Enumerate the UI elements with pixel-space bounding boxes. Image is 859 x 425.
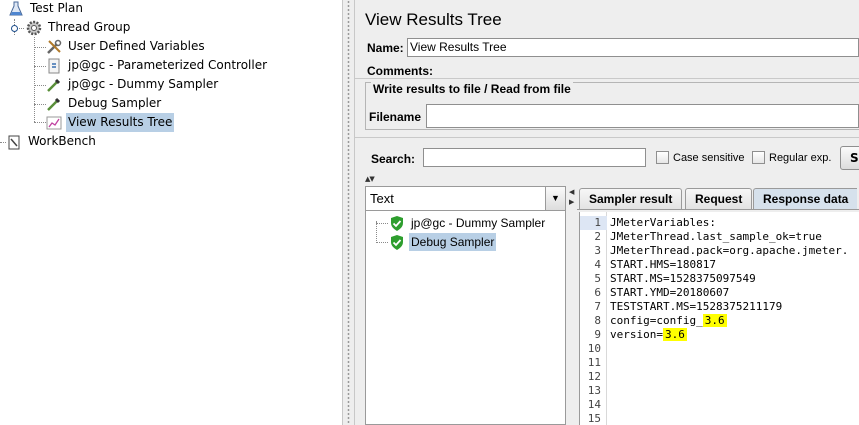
clipboard-icon (6, 134, 22, 150)
page-title: View Results Tree (365, 10, 502, 29)
name-field[interactable]: View Results Tree (407, 38, 859, 57)
tree-item-workbench[interactable]: WorkBench (6, 132, 98, 151)
line-number-gutter: 1 2 3 4 5 6 7 8 9 10 11 12 13 14 15 (580, 212, 607, 425)
collapse-toggle[interactable] (11, 25, 18, 32)
controller-icon (46, 58, 62, 74)
tree-item-debug-sampler[interactable]: Debug Sampler (46, 94, 163, 113)
tab-request[interactable]: Request (685, 188, 753, 210)
pipette-icon (46, 77, 62, 93)
search-highlight: 3.6 (662, 328, 687, 341)
search-button[interactable]: S (840, 146, 859, 170)
collapse-arrows-icon[interactable]: ▲▼ (365, 175, 375, 183)
success-shield-icon (390, 234, 404, 250)
tab-response-data[interactable]: Response data (753, 188, 858, 210)
response-line: START.YMD=20180607 (610, 286, 730, 299)
response-line: START.MS=1528375097549 (610, 272, 756, 285)
results-splitter[interactable]: ◀ ▶ (567, 186, 577, 425)
response-line: JMeterVariables: (610, 216, 716, 229)
wrench-icon (46, 39, 62, 55)
renderer-select[interactable]: Text ▼ (366, 187, 565, 211)
response-line: TESTSTART.MS=1528375211179 (610, 300, 783, 313)
line-number: 13 (587, 384, 601, 397)
line-number: 5 (594, 272, 601, 285)
result-item-debug-sampler[interactable]: Debug Sampler (390, 233, 497, 251)
response-line: JMeterThread.pack=org.apache.jmeter. (610, 244, 849, 257)
response-line: version= 3.6 (610, 328, 687, 341)
name-label: Name: (367, 41, 404, 55)
comments-label: Comments: (367, 64, 434, 78)
tree-item-thread-group[interactable]: Thread Group (26, 18, 132, 37)
pipette-icon (46, 96, 62, 112)
gear-icon (26, 20, 42, 36)
search-label: Search: (371, 152, 416, 166)
response-line: JMeterThread.last_sample_ok=true (610, 230, 822, 243)
filename-input[interactable] (426, 104, 859, 128)
line-number: 15 (587, 412, 601, 425)
chart-icon (46, 115, 62, 131)
file-group-title: Write results to file / Read from file (371, 82, 573, 96)
tree-item-test-plan[interactable]: Test Plan (8, 0, 85, 18)
line-number: 12 (587, 370, 601, 383)
line-number: 8 (594, 314, 601, 327)
flask-icon (8, 1, 24, 17)
split-pane-divider[interactable] (342, 0, 355, 425)
search-highlight: 3.6 (702, 314, 727, 327)
line-number: 4 (594, 258, 601, 271)
line-number: 1 (580, 216, 607, 230)
filename-label: Filename (369, 110, 422, 124)
view-results-tree-panel: View Results Tree Name: View Results Tre… (355, 0, 859, 425)
tree-item-dummy-sampler[interactable]: jp@gc - Dummy Sampler (46, 75, 220, 94)
line-number: 3 (594, 244, 601, 257)
regex-checkbox[interactable]: Regular exp. (752, 151, 831, 164)
line-number: 14 (587, 398, 601, 411)
test-plan-tree: Test Plan Thread Group User Defined Vari… (0, 0, 342, 425)
success-shield-icon (390, 215, 404, 231)
regex-label: Regular exp. (769, 151, 832, 164)
response-data-text-area[interactable]: 1 2 3 4 5 6 7 8 9 10 11 12 13 14 15 JMeterVariables: JM… (579, 212, 859, 425)
result-item-dummy-sampler[interactable]: jp@gc - Dummy Sampler (390, 214, 547, 232)
search-input[interactable] (423, 148, 646, 167)
tree-item-view-results-tree[interactable]: View Results Tree (46, 113, 175, 132)
line-number: 10 (587, 342, 601, 355)
results-list: Text ▼ jp@gc - Dummy Sampler Debug Sampl… (365, 186, 566, 425)
case-sensitive-label: Case sensitive (673, 151, 745, 164)
case-sensitive-checkbox[interactable]: Case sensitive (656, 151, 745, 164)
response-line: START.HMS=180817 (610, 258, 716, 271)
line-number: 11 (587, 356, 601, 369)
response-line: config=config_ 3.6 (610, 314, 727, 327)
tree-item-parameterized-controller[interactable]: jp@gc - Parameterized Controller (46, 56, 269, 75)
tab-sampler-result[interactable]: Sampler result (579, 188, 683, 210)
line-number: 9 (594, 328, 601, 341)
line-number: 2 (594, 230, 601, 243)
line-number: 7 (594, 300, 601, 313)
renderer-selected-value: Text (370, 191, 394, 206)
line-number: 6 (594, 286, 601, 299)
chevron-down-icon[interactable]: ▼ (545, 187, 565, 210)
tree-item-user-defined-variables[interactable]: User Defined Variables (46, 37, 207, 56)
